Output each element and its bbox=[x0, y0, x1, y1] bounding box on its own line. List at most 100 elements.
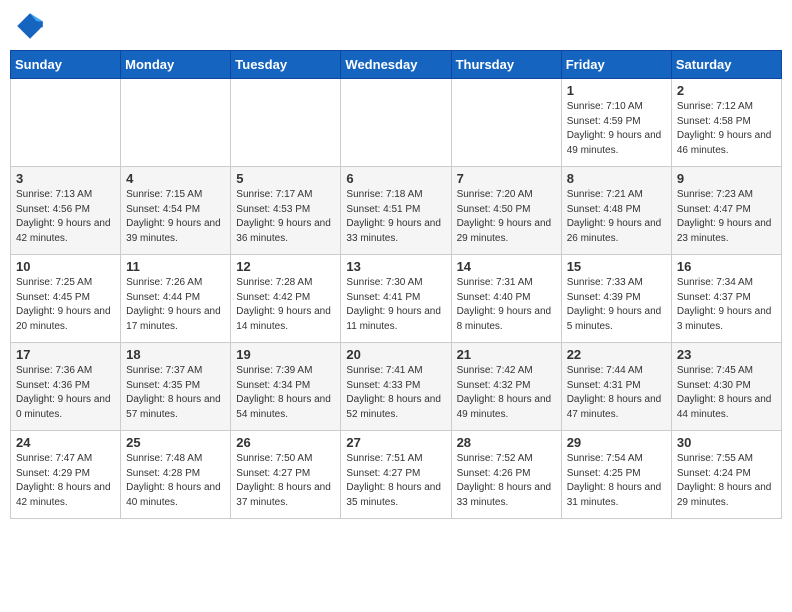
calendar-cell: 12 Sunrise: 7:28 AM Sunset: 4:42 PM Dayli… bbox=[231, 255, 341, 343]
day-info: Sunrise: 7:17 AM Sunset: 4:53 PM Dayligh… bbox=[236, 188, 335, 246]
day-number: 4 bbox=[126, 171, 225, 186]
calendar-day-header: Friday bbox=[561, 51, 671, 79]
calendar-cell: 29Sunrise: 7:54 AM Sunset: 4:25 PM Dayli… bbox=[561, 431, 671, 519]
calendar-cell: 5Sunrise: 7:17 AM Sunset: 4:53 PM Daylig… bbox=[231, 167, 341, 255]
day-info: Sunrise: 7:21 AM Sunset: 4:48 PM Dayligh… bbox=[567, 188, 666, 246]
calendar-cell bbox=[451, 79, 561, 167]
day-info: Sunrise: 7:41 AM Sunset: 4:33 PM Dayligh… bbox=[346, 364, 445, 422]
day-info: Sunrise: 7:25 AM Sunset: 4:45 PM Dayligh… bbox=[16, 276, 115, 334]
calendar-cell: 9 Sunrise: 7:23 AM Sunset: 4:47 PM Daylig… bbox=[671, 167, 781, 255]
calendar-day-header: Sunday bbox=[11, 51, 121, 79]
day-info: Sunrise: 7:28 AM Sunset: 4:42 PM Dayligh… bbox=[236, 276, 335, 334]
day-info: Sunrise: 7:20 AM Sunset: 4:50 PM Dayligh… bbox=[457, 188, 556, 246]
day-info: Sunrise: 7:47 AM Sunset: 4:29 PM Dayligh… bbox=[16, 452, 115, 510]
calendar-cell: 4Sunrise: 7:15 AM Sunset: 4:54 PM Daylig… bbox=[121, 167, 231, 255]
day-info: Sunrise: 7:51 AM Sunset: 4:27 PM Dayligh… bbox=[346, 452, 445, 510]
calendar-week-row: 3 Sunrise: 7:13 AM Sunset: 4:56 PM Daylig… bbox=[11, 167, 782, 255]
calendar-cell: 11 Sunrise: 7:26 AM Sunset: 4:44 PM Dayli… bbox=[121, 255, 231, 343]
calendar-cell: 22Sunrise: 7:44 AM Sunset: 4:31 PM Dayli… bbox=[561, 343, 671, 431]
day-number: 8 bbox=[567, 171, 666, 186]
calendar-cell: 30 Sunrise: 7:55 AM Sunset: 4:24 PM Dayli… bbox=[671, 431, 781, 519]
day-info: Sunrise: 7:13 AM Sunset: 4:56 PM Dayligh… bbox=[16, 188, 115, 246]
day-number: 1 bbox=[567, 83, 666, 98]
day-number: 19 bbox=[236, 347, 335, 362]
day-number: 28 bbox=[457, 435, 556, 450]
day-number: 18 bbox=[126, 347, 225, 362]
logo-icon bbox=[14, 10, 46, 42]
calendar-cell: 16 Sunrise: 7:34 AM Sunset: 4:37 PM Dayli… bbox=[671, 255, 781, 343]
calendar-cell: 27Sunrise: 7:51 AM Sunset: 4:27 PM Dayli… bbox=[341, 431, 451, 519]
calendar-cell: 6 Sunrise: 7:18 AM Sunset: 4:51 PM Daylig… bbox=[341, 167, 451, 255]
calendar-cell: 7Sunrise: 7:20 AM Sunset: 4:50 PM Daylig… bbox=[451, 167, 561, 255]
day-info: Sunrise: 7:10 AM Sunset: 4:59 PM Dayligh… bbox=[567, 100, 666, 158]
day-number: 22 bbox=[567, 347, 666, 362]
day-number: 9 bbox=[677, 171, 776, 186]
day-number: 24 bbox=[16, 435, 115, 450]
calendar-week-row: 24 Sunrise: 7:47 AM Sunset: 4:29 PM Dayli… bbox=[11, 431, 782, 519]
calendar-cell: 15Sunrise: 7:33 AM Sunset: 4:39 PM Dayli… bbox=[561, 255, 671, 343]
calendar-table: SundayMondayTuesdayWednesdayThursdayFrid… bbox=[10, 50, 782, 519]
calendar-cell: 23 Sunrise: 7:45 AM Sunset: 4:30 PM Dayli… bbox=[671, 343, 781, 431]
day-number: 30 bbox=[677, 435, 776, 450]
day-info: Sunrise: 7:39 AM Sunset: 4:34 PM Dayligh… bbox=[236, 364, 335, 422]
calendar-cell: 14 Sunrise: 7:31 AM Sunset: 4:40 PM Dayli… bbox=[451, 255, 561, 343]
calendar-day-header: Wednesday bbox=[341, 51, 451, 79]
day-number: 3 bbox=[16, 171, 115, 186]
calendar-week-row: 17 Sunrise: 7:36 AM Sunset: 4:36 PM Dayli… bbox=[11, 343, 782, 431]
day-number: 2 bbox=[677, 83, 776, 98]
day-number: 15 bbox=[567, 259, 666, 274]
day-info: Sunrise: 7:45 AM Sunset: 4:30 PM Dayligh… bbox=[677, 364, 776, 422]
calendar-day-header: Saturday bbox=[671, 51, 781, 79]
calendar-cell: 8 Sunrise: 7:21 AM Sunset: 4:48 PM Daylig… bbox=[561, 167, 671, 255]
day-info: Sunrise: 7:26 AM Sunset: 4:44 PM Dayligh… bbox=[126, 276, 225, 334]
page-header bbox=[10, 10, 782, 42]
calendar-cell bbox=[231, 79, 341, 167]
calendar-cell: 1 Sunrise: 7:10 AM Sunset: 4:59 PM Daylig… bbox=[561, 79, 671, 167]
day-number: 12 bbox=[236, 259, 335, 274]
day-info: Sunrise: 7:50 AM Sunset: 4:27 PM Dayligh… bbox=[236, 452, 335, 510]
calendar-day-header: Monday bbox=[121, 51, 231, 79]
day-number: 29 bbox=[567, 435, 666, 450]
calendar-cell bbox=[121, 79, 231, 167]
day-info: Sunrise: 7:37 AM Sunset: 4:35 PM Dayligh… bbox=[126, 364, 225, 422]
calendar-week-row: 10 Sunrise: 7:25 AM Sunset: 4:45 PM Dayli… bbox=[11, 255, 782, 343]
day-number: 11 bbox=[126, 259, 225, 274]
calendar-cell: 19 Sunrise: 7:39 AM Sunset: 4:34 PM Dayli… bbox=[231, 343, 341, 431]
day-number: 26 bbox=[236, 435, 335, 450]
calendar-day-header: Thursday bbox=[451, 51, 561, 79]
day-info: Sunrise: 7:31 AM Sunset: 4:40 PM Dayligh… bbox=[457, 276, 556, 334]
day-info: Sunrise: 7:12 AM Sunset: 4:58 PM Dayligh… bbox=[677, 100, 776, 158]
day-number: 21 bbox=[457, 347, 556, 362]
day-info: Sunrise: 7:23 AM Sunset: 4:47 PM Dayligh… bbox=[677, 188, 776, 246]
calendar-header-row: SundayMondayTuesdayWednesdayThursdayFrid… bbox=[11, 51, 782, 79]
calendar-cell: 10 Sunrise: 7:25 AM Sunset: 4:45 PM Dayli… bbox=[11, 255, 121, 343]
day-number: 16 bbox=[677, 259, 776, 274]
day-number: 13 bbox=[346, 259, 445, 274]
logo bbox=[14, 10, 50, 42]
calendar-day-header: Tuesday bbox=[231, 51, 341, 79]
calendar-cell: 20Sunrise: 7:41 AM Sunset: 4:33 PM Dayli… bbox=[341, 343, 451, 431]
day-info: Sunrise: 7:55 AM Sunset: 4:24 PM Dayligh… bbox=[677, 452, 776, 510]
calendar-cell: 21Sunrise: 7:42 AM Sunset: 4:32 PM Dayli… bbox=[451, 343, 561, 431]
calendar-cell: 3 Sunrise: 7:13 AM Sunset: 4:56 PM Daylig… bbox=[11, 167, 121, 255]
day-info: Sunrise: 7:48 AM Sunset: 4:28 PM Dayligh… bbox=[126, 452, 225, 510]
day-number: 10 bbox=[16, 259, 115, 274]
day-info: Sunrise: 7:18 AM Sunset: 4:51 PM Dayligh… bbox=[346, 188, 445, 246]
calendar-cell: 13 Sunrise: 7:30 AM Sunset: 4:41 PM Dayli… bbox=[341, 255, 451, 343]
day-number: 6 bbox=[346, 171, 445, 186]
day-number: 14 bbox=[457, 259, 556, 274]
day-number: 25 bbox=[126, 435, 225, 450]
day-number: 23 bbox=[677, 347, 776, 362]
day-info: Sunrise: 7:36 AM Sunset: 4:36 PM Dayligh… bbox=[16, 364, 115, 422]
calendar-cell: 26 Sunrise: 7:50 AM Sunset: 4:27 PM Dayli… bbox=[231, 431, 341, 519]
calendar-cell bbox=[341, 79, 451, 167]
day-info: Sunrise: 7:34 AM Sunset: 4:37 PM Dayligh… bbox=[677, 276, 776, 334]
day-info: Sunrise: 7:30 AM Sunset: 4:41 PM Dayligh… bbox=[346, 276, 445, 334]
calendar-cell bbox=[11, 79, 121, 167]
day-info: Sunrise: 7:52 AM Sunset: 4:26 PM Dayligh… bbox=[457, 452, 556, 510]
calendar-cell: 2 Sunrise: 7:12 AM Sunset: 4:58 PM Daylig… bbox=[671, 79, 781, 167]
day-number: 17 bbox=[16, 347, 115, 362]
calendar-body: 1 Sunrise: 7:10 AM Sunset: 4:59 PM Daylig… bbox=[11, 79, 782, 519]
calendar-cell: 28 Sunrise: 7:52 AM Sunset: 4:26 PM Dayli… bbox=[451, 431, 561, 519]
calendar-cell: 24 Sunrise: 7:47 AM Sunset: 4:29 PM Dayli… bbox=[11, 431, 121, 519]
